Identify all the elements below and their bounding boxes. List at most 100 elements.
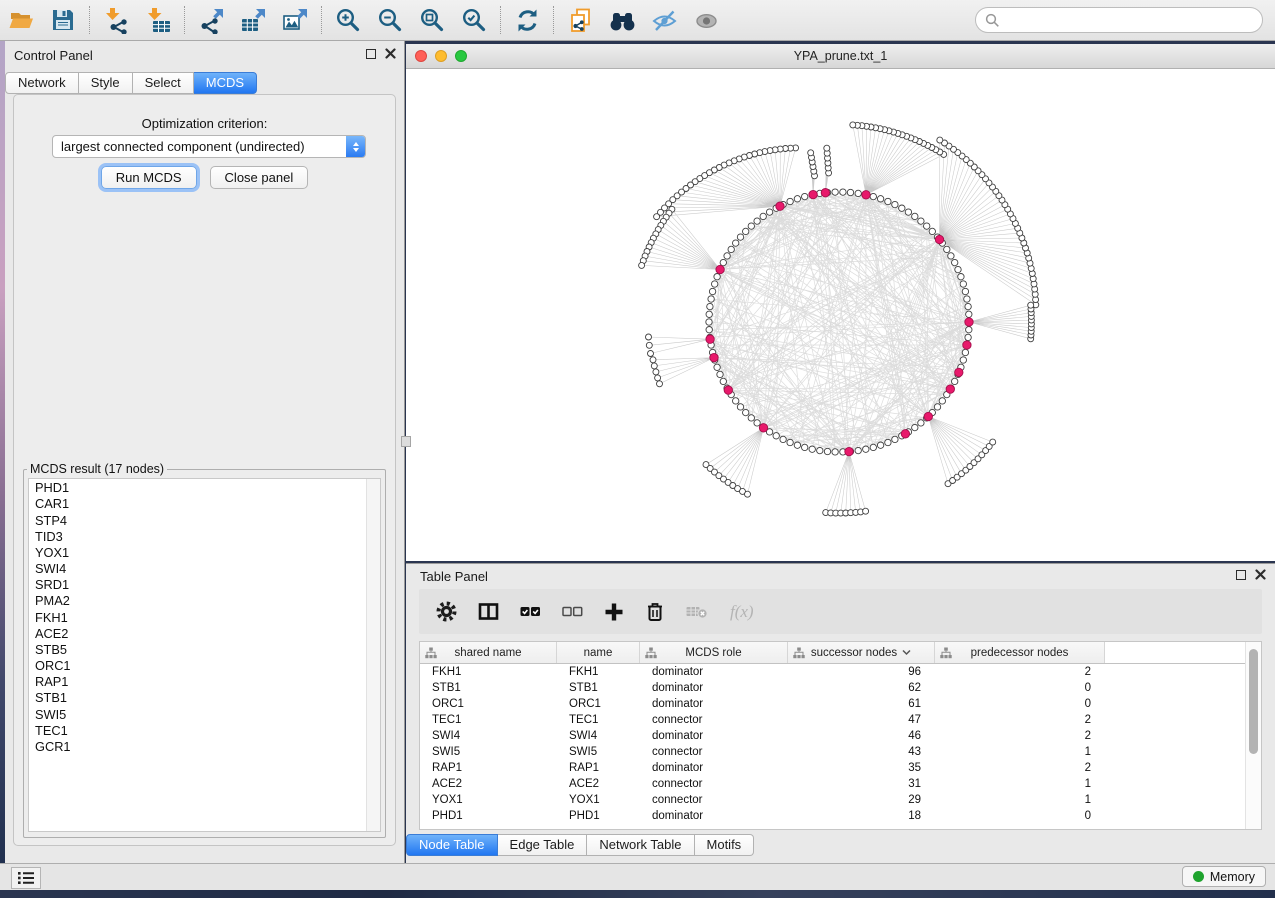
network-node[interactable] (924, 223, 930, 229)
network-node[interactable] (847, 189, 853, 195)
cell-shared-name[interactable]: PHD1 (420, 810, 557, 822)
network-node[interactable] (737, 234, 743, 240)
mcds-result-item[interactable]: SRD1 (29, 577, 366, 593)
column-header-shared-name[interactable]: shared name (420, 642, 557, 663)
network-node[interactable] (824, 448, 830, 454)
network-leaf-node[interactable] (1028, 302, 1034, 308)
table-row[interactable]: TEC1TEC1connector472 (420, 712, 1245, 728)
network-dominator-node[interactable] (809, 190, 817, 198)
cell-name[interactable]: STB1 (557, 682, 640, 694)
network-node[interactable] (706, 327, 712, 333)
show-column-panel-button[interactable] (478, 602, 499, 621)
cell-successor-nodes[interactable]: 96 (788, 666, 935, 678)
network-leaf-node[interactable] (937, 137, 943, 143)
network-dominator-node[interactable] (901, 430, 909, 438)
network-node[interactable] (707, 303, 713, 309)
cell-predecessor-nodes[interactable]: 0 (935, 698, 1105, 710)
network-leaf-node[interactable] (655, 375, 661, 381)
network-node[interactable] (912, 213, 918, 219)
network-node[interactable] (966, 311, 972, 317)
cell-shared-name[interactable]: ACE2 (420, 778, 557, 790)
create-column-button[interactable] (604, 602, 624, 622)
network-leaf-node[interactable] (657, 381, 663, 387)
refresh-button[interactable] (506, 3, 548, 37)
mcds-result-item[interactable]: RAP1 (29, 674, 366, 690)
export-table-button[interactable] (232, 3, 274, 37)
mcds-result-item[interactable]: ORC1 (29, 658, 366, 674)
network-node[interactable] (717, 371, 723, 377)
network-node[interactable] (892, 201, 898, 207)
network-leaf-node[interactable] (745, 491, 751, 497)
table-row[interactable]: SWI5SWI5connector431 (420, 744, 1245, 760)
network-node[interactable] (787, 198, 793, 204)
network-node[interactable] (966, 327, 972, 333)
network-node[interactable] (706, 311, 712, 317)
network-node[interactable] (905, 209, 911, 215)
cell-name[interactable]: FKH1 (557, 666, 640, 678)
network-dominator-node[interactable] (955, 368, 963, 376)
network-dominator-node[interactable] (710, 353, 718, 361)
tab-node-table[interactable]: Node Table (406, 834, 498, 856)
network-node[interactable] (760, 213, 766, 219)
network-dominator-node[interactable] (862, 191, 870, 199)
cell-successor-nodes[interactable]: 47 (788, 714, 935, 726)
cell-predecessor-nodes[interactable]: 1 (935, 746, 1105, 758)
cell-successor-nodes[interactable]: 61 (788, 698, 935, 710)
network-leaf-node[interactable] (650, 357, 656, 363)
clone-network-button[interactable] (559, 3, 601, 37)
cell-shared-name[interactable]: TEC1 (420, 714, 557, 726)
network-node[interactable] (965, 303, 971, 309)
mcds-result-item[interactable]: TEC1 (29, 723, 366, 739)
network-node[interactable] (960, 281, 966, 287)
network-node[interactable] (832, 449, 838, 455)
network-node[interactable] (955, 266, 961, 272)
table-row[interactable]: YOX1YOX1connector291 (420, 792, 1245, 808)
network-node[interactable] (708, 296, 714, 302)
network-dominator-node[interactable] (845, 447, 853, 455)
tab-network-table[interactable]: Network Table (587, 834, 694, 856)
network-node[interactable] (962, 349, 968, 355)
table-row[interactable]: ACE2ACE2connector311 (420, 776, 1245, 792)
mcds-result-item[interactable]: YOX1 (29, 545, 366, 561)
network-dominator-node[interactable] (724, 386, 732, 394)
network-node[interactable] (773, 433, 779, 439)
mcds-result-item[interactable]: PHD1 (29, 480, 366, 496)
network-leaf-node[interactable] (639, 262, 645, 268)
network-node[interactable] (939, 398, 945, 404)
tab-network[interactable]: Network (5, 72, 79, 94)
import-network-button[interactable] (95, 3, 137, 37)
optimization-criterion-select[interactable]: largest connected component (undirected) (52, 135, 366, 158)
deselect-all-columns-button[interactable] (562, 602, 583, 621)
network-canvas[interactable] (406, 69, 1275, 561)
network-dominator-node[interactable] (935, 235, 943, 243)
cell-successor-nodes[interactable]: 18 (788, 810, 935, 822)
network-node[interactable] (832, 189, 838, 195)
memory-button[interactable]: Memory (1182, 866, 1266, 887)
show-all-button[interactable] (685, 3, 727, 37)
zoom-selected-button[interactable] (453, 3, 495, 37)
cell-shared-name[interactable]: SWI4 (420, 730, 557, 742)
network-leaf-node[interactable] (646, 334, 652, 340)
network-node[interactable] (965, 334, 971, 340)
network-node[interactable] (934, 404, 940, 410)
mcds-result-item[interactable]: ACE2 (29, 626, 366, 642)
network-node[interactable] (787, 439, 793, 445)
save-session-button[interactable] (42, 3, 84, 37)
network-node[interactable] (918, 218, 924, 224)
close-panel-icon[interactable] (385, 48, 396, 59)
network-window-titlebar[interactable]: YPA_prune.txt_1 (406, 44, 1275, 69)
mcds-result-item[interactable]: STB1 (29, 690, 366, 706)
cell-mcds-role[interactable]: dominator (640, 682, 788, 694)
network-node[interactable] (855, 190, 861, 196)
cell-successor-nodes[interactable]: 43 (788, 746, 935, 758)
network-node[interactable] (855, 447, 861, 453)
tab-select[interactable]: Select (133, 72, 194, 94)
network-node[interactable] (802, 193, 808, 199)
network-node[interactable] (733, 240, 739, 246)
network-node[interactable] (877, 196, 883, 202)
network-node[interactable] (918, 420, 924, 426)
close-panel-icon[interactable] (1255, 569, 1266, 580)
network-leaf-node[interactable] (850, 122, 856, 128)
cell-shared-name[interactable]: STB1 (420, 682, 557, 694)
float-panel-icon[interactable] (366, 49, 376, 59)
